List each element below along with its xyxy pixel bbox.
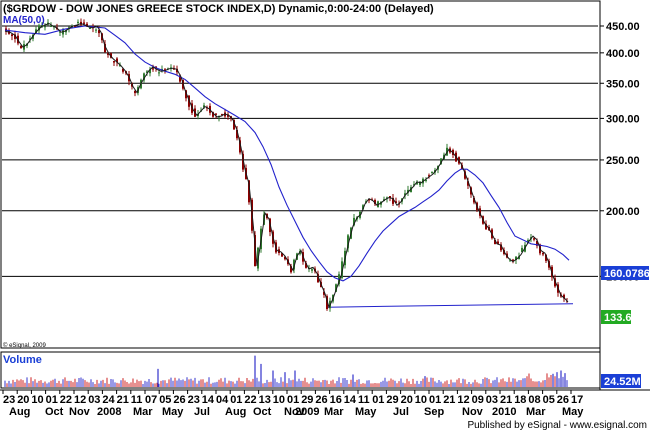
chart-title: ($GRDOW - DOW JONES GREECE STOCK INDEX,D…: [3, 3, 434, 15]
volume-value-badge: 24.52M: [601, 374, 641, 388]
candle-body: [83, 22, 85, 24]
x-tick-day: 20: [401, 394, 413, 406]
x-tick-month: May: [355, 406, 377, 418]
last-price-text: 133.62: [604, 312, 638, 324]
stock-chart-window: 450.00400.00350.00300.00250.00200.00150.…: [0, 0, 650, 431]
candle-body: [11, 34, 13, 37]
x-tick-day: 05: [159, 394, 171, 406]
x-tick-day: 14: [202, 394, 215, 406]
x-tick-month: Sep: [424, 406, 444, 418]
x-tick-day: 01: [287, 394, 299, 406]
x-tick-month: May: [162, 406, 184, 418]
x-tick-day: 21: [117, 394, 129, 406]
ma-value-badge: 160.0786: [601, 266, 650, 280]
candle-body: [89, 27, 91, 29]
x-tick-day: 04: [216, 394, 229, 406]
x-tick-month: 2009: [295, 406, 319, 418]
candle-body: [311, 269, 313, 271]
candle-body: [533, 238, 535, 240]
x-tick-day: 26: [173, 394, 185, 406]
x-tick-day: 01: [46, 394, 58, 406]
y-tick-label: 350.00: [606, 78, 640, 90]
candle-body: [152, 68, 154, 70]
x-tick-day: 22: [244, 394, 256, 406]
x-tick-month: Mar: [324, 406, 344, 418]
x-tick-month: Jul: [393, 406, 409, 418]
candle-body: [20, 45, 22, 49]
x-tick-day: 23: [3, 394, 15, 406]
x-tick-month: Oct: [253, 406, 272, 418]
candle-body: [509, 260, 511, 262]
y-tick-label: 200.00: [606, 206, 640, 218]
x-tick-day: 11: [358, 394, 370, 406]
ma-indicator-label: MA(50,0): [3, 15, 45, 26]
x-tick-day: 26: [315, 394, 327, 406]
watermark: © eSignal, 2009: [3, 342, 46, 349]
x-tick-day: 03: [486, 394, 498, 406]
x-tick-day: 13: [259, 394, 271, 406]
x-tick-day: 29: [301, 394, 313, 406]
x-tick-day: 24: [102, 394, 115, 406]
y-tick-label: 450.00: [606, 21, 640, 33]
x-tick-day: 26: [557, 394, 569, 406]
x-tick-day: 11: [131, 394, 143, 406]
x-tick-day: 29: [386, 394, 398, 406]
x-tick-day: 10: [31, 394, 43, 406]
candle-body: [431, 172, 433, 174]
y-tick-label: 300.00: [606, 113, 640, 125]
x-tick-month: Oct: [45, 406, 64, 418]
candle-body: [95, 29, 97, 31]
last-price-badge: 133.62: [601, 310, 638, 324]
candle-body: [542, 253, 544, 255]
x-tick-month: Jul: [194, 406, 210, 418]
x-tick-day: 12: [74, 394, 86, 406]
x-tick-month: 2008: [97, 406, 121, 418]
x-tick-day: 22: [60, 394, 72, 406]
x-tick-day: 03: [88, 394, 100, 406]
x-tick-day: 05: [543, 394, 555, 406]
candle-body: [158, 72, 160, 74]
x-tick-day: 23: [188, 394, 200, 406]
x-tick-day: 12: [457, 394, 469, 406]
volume-value-text: 24.52M: [604, 376, 641, 388]
x-tick-day: 21: [443, 394, 455, 406]
candle-body: [50, 25, 52, 27]
x-tick-day: 10: [273, 394, 285, 406]
x-tick-month: 2010: [492, 406, 516, 418]
candle-body: [44, 26, 46, 28]
x-tick-month: Nov: [462, 406, 484, 418]
x-tick-month: May: [562, 406, 584, 418]
x-tick-day: 01: [230, 394, 242, 406]
x-tick-day: 14: [344, 394, 357, 406]
volume-label: Volume: [3, 354, 42, 366]
publisher-footer: Published by eSignal - www.esignal.com: [467, 420, 647, 431]
x-tick-day: 01: [429, 394, 441, 406]
x-tick-month: Mar: [526, 406, 546, 418]
x-tick-month: Aug: [9, 406, 30, 418]
x-tick-day: 07: [145, 394, 157, 406]
x-tick-day: 10: [415, 394, 427, 406]
x-tick-day: 21: [500, 394, 512, 406]
x-tick-day: 18: [514, 394, 526, 406]
x-tick-month: Nov: [69, 406, 91, 418]
candle-body: [77, 21, 79, 23]
y-tick-label: 400.00: [606, 48, 640, 60]
x-tick-day: 08: [528, 394, 540, 406]
x-tick-day: 01: [372, 394, 384, 406]
x-tick-day: 20: [17, 394, 29, 406]
ma-value-text: 160.0786: [604, 268, 650, 280]
x-tick-day: 09: [472, 394, 484, 406]
candle-body: [113, 60, 115, 63]
price-chart: 450.00400.00350.00300.00250.00200.00150.…: [0, 0, 650, 431]
x-tick-month: Aug: [225, 406, 246, 418]
y-tick-label: 250.00: [606, 155, 640, 167]
x-tick-day: 16: [330, 394, 342, 406]
x-tick-month: Mar: [133, 406, 153, 418]
x-tick-day: 17: [571, 394, 583, 406]
